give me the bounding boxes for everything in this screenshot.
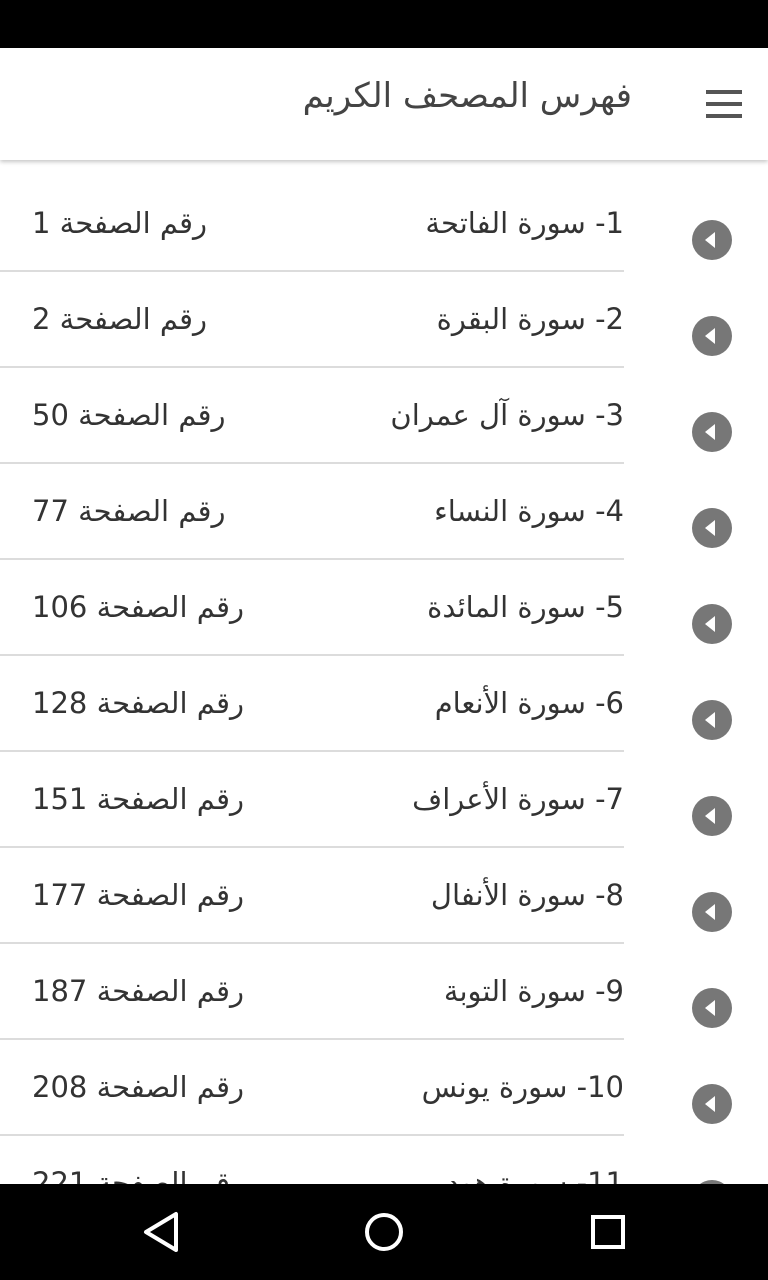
page-number: رقم الصفحة 1 <box>32 206 208 240</box>
list-item[interactable]: 4- سورة النساء رقم الصفحة 77 <box>0 464 768 560</box>
page-number: رقم الصفحة 151 <box>32 782 244 816</box>
page-number: رقم الصفحة 128 <box>32 686 244 720</box>
surah-name: 6- سورة الأنعام <box>434 686 624 720</box>
home-circle-icon[interactable] <box>358 1206 410 1258</box>
chevron-left-circle-icon[interactable] <box>692 1084 732 1124</box>
surah-list: 1- سورة الفاتحة رقم الصفحة 1 2- سورة الب… <box>0 160 768 1184</box>
page-number: رقم الصفحة 208 <box>32 1070 244 1104</box>
list-item[interactable]: 7- سورة الأعراف رقم الصفحة 151 <box>0 752 768 848</box>
page-number: رقم الصفحة 187 <box>32 974 244 1008</box>
surah-name: 1- سورة الفاتحة <box>425 206 624 240</box>
chevron-left-circle-icon[interactable] <box>692 316 732 356</box>
hamburger-menu-icon[interactable] <box>698 80 746 128</box>
chevron-left-circle-icon[interactable] <box>692 796 732 836</box>
chevron-left-circle-icon[interactable] <box>692 604 732 644</box>
chevron-left-circle-icon[interactable] <box>692 700 732 740</box>
status-bar <box>0 0 768 48</box>
navigation-bar <box>0 1184 768 1280</box>
back-triangle-icon[interactable] <box>134 1206 186 1258</box>
list-item[interactable]: 3- سورة آل عمران رقم الصفحة 50 <box>0 368 768 464</box>
list-item[interactable]: 11- سورة هود رقم الصفحة 221 <box>0 1136 768 1184</box>
surah-name: 9- سورة التوبة <box>443 974 624 1008</box>
surah-name: 10- سورة يونس <box>421 1070 624 1104</box>
surah-name: 3- سورة آل عمران <box>390 398 624 432</box>
surah-name: 4- سورة النساء <box>434 494 624 528</box>
chevron-left-circle-icon[interactable] <box>692 508 732 548</box>
list-item[interactable]: 2- سورة البقرة رقم الصفحة 2 <box>0 272 768 368</box>
chevron-left-circle-icon[interactable] <box>692 988 732 1028</box>
chevron-left-circle-icon[interactable] <box>692 892 732 932</box>
page-number: رقم الصفحة 2 <box>32 302 208 336</box>
surah-name: 5- سورة المائدة <box>427 590 624 624</box>
page-number: رقم الصفحة 50 <box>32 398 226 432</box>
chevron-left-circle-icon[interactable] <box>692 220 732 260</box>
page-number: رقم الصفحة 106 <box>32 590 244 624</box>
page-title: فهرس المصحف الكريم <box>302 76 632 116</box>
surah-name: 7- سورة الأعراف <box>412 782 624 816</box>
list-item[interactable]: 9- سورة التوبة رقم الصفحة 187 <box>0 944 768 1040</box>
page-number: رقم الصفحة 177 <box>32 878 244 912</box>
list-item[interactable]: 5- سورة المائدة رقم الصفحة 106 <box>0 560 768 656</box>
page-number: رقم الصفحة 77 <box>32 494 226 528</box>
list-item[interactable]: 6- سورة الأنعام رقم الصفحة 128 <box>0 656 768 752</box>
surah-name: 11- سورة هود <box>446 1166 624 1184</box>
app-bar: فهرس المصحف الكريم <box>0 48 768 160</box>
chevron-left-circle-icon[interactable] <box>692 412 732 452</box>
list-item[interactable]: 10- سورة يونس رقم الصفحة 208 <box>0 1040 768 1136</box>
surah-name: 2- سورة البقرة <box>436 302 624 336</box>
list-item[interactable]: 8- سورة الأنفال رقم الصفحة 177 <box>0 848 768 944</box>
recents-square-icon[interactable] <box>582 1206 634 1258</box>
list-item[interactable]: 1- سورة الفاتحة رقم الصفحة 1 <box>0 176 768 272</box>
surah-name: 8- سورة الأنفال <box>430 878 624 912</box>
page-number: رقم الصفحة 221 <box>32 1166 244 1184</box>
